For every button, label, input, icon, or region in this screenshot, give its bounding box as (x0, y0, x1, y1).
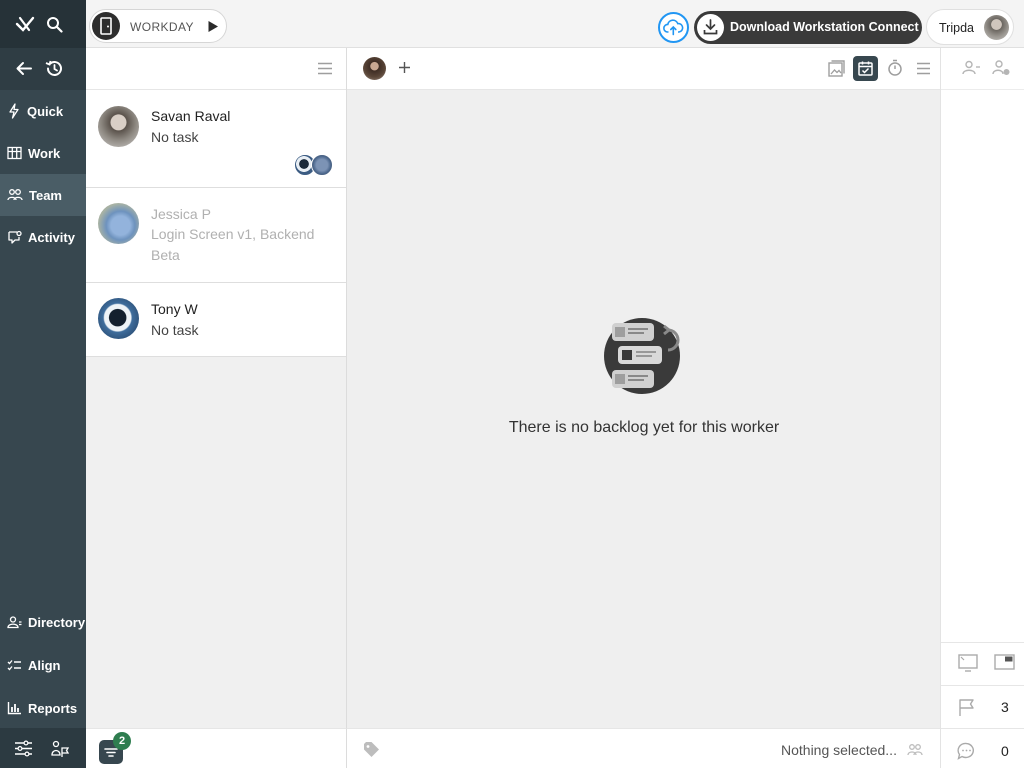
comment-icon[interactable] (957, 742, 976, 760)
door-icon (92, 12, 120, 40)
selection-status: Nothing selected... (781, 742, 897, 758)
directory-icon (7, 615, 22, 628)
flag-icon[interactable] (958, 698, 976, 717)
flag-count: 3 (1001, 699, 1009, 715)
nav-item-align[interactable]: Align (0, 644, 86, 686)
worker-name: Jessica P (151, 206, 211, 222)
avatar (98, 203, 139, 244)
download-label: Download Workstation Connect (730, 20, 919, 34)
user-name: Tripda (939, 21, 974, 35)
menu-icon[interactable] (317, 62, 333, 75)
nav-label: Directory (28, 614, 86, 630)
person-settings-icon[interactable] (992, 59, 1011, 77)
people-icon[interactable] (907, 743, 923, 756)
comment-count: 0 (1001, 743, 1009, 759)
nav-label: Team (29, 187, 62, 203)
person-flag-icon[interactable] (51, 740, 70, 758)
user-menu[interactable]: Tripda (926, 9, 1014, 45)
flags-row[interactable]: 3 (941, 685, 1024, 728)
screen-icon[interactable] (958, 654, 978, 672)
worker-card[interactable]: Tony W No task (86, 283, 346, 357)
nav-item-work[interactable]: Work (0, 132, 86, 174)
avatar (311, 154, 333, 176)
worker-card[interactable]: Savan Raval No task (86, 90, 346, 188)
workers-panel: Savan Raval No task Jessica P Login Scre… (86, 48, 347, 728)
lightning-icon (9, 103, 19, 119)
workers-header (86, 48, 346, 90)
avatar (98, 106, 139, 147)
search-icon[interactable] (46, 16, 63, 33)
top-bar: WORKDAY Download Workstation Connect Tri… (86, 0, 1024, 48)
nav-item-activity[interactable]: Activity (0, 216, 86, 258)
filter-count-badge: 2 (113, 732, 131, 750)
play-icon[interactable] (207, 20, 219, 33)
tag-icon[interactable] (363, 742, 380, 758)
activity-icon (8, 230, 22, 244)
workday-label: WORKDAY (130, 20, 194, 34)
gallery-icon[interactable] (828, 60, 845, 77)
avatar[interactable] (363, 57, 386, 80)
timer-icon[interactable] (887, 59, 903, 77)
worker-task: Login Screen v1, Backend Beta (151, 226, 315, 263)
board-icon (7, 146, 22, 160)
right-panel: 3 0 (940, 48, 1024, 768)
backlog-footer: Nothing selected... (347, 728, 940, 768)
add-icon[interactable] (398, 61, 411, 74)
nav-item-quick[interactable]: Quick (0, 90, 86, 132)
nav-item-directory[interactable]: Directory (0, 601, 86, 643)
bar-chart-icon (7, 702, 21, 715)
back-arrow-icon[interactable] (15, 60, 33, 77)
assign-person-icon[interactable] (962, 60, 981, 76)
worker-card[interactable]: Jessica P Login Screen v1, Backend Beta (86, 188, 346, 283)
right-panel-header (941, 48, 1024, 90)
nav-item-reports[interactable]: Reports (0, 687, 86, 729)
backlog-panel: There is no backlog yet for this worker (347, 48, 940, 728)
workday-control[interactable]: WORKDAY (89, 9, 227, 43)
download-icon (697, 14, 724, 41)
menu-icon[interactable] (916, 62, 931, 75)
empty-backlog-illustration (604, 318, 684, 398)
empty-backlog-message: There is no backlog yet for this worker (508, 419, 780, 436)
worker-task: No task (151, 322, 199, 338)
view-mode-row (941, 642, 1024, 685)
rail-history-bar (0, 48, 86, 90)
logo-icon[interactable] (15, 16, 35, 34)
worker-name: Tony W (151, 301, 198, 317)
left-rail: Quick Work Team Activity Directory Align… (0, 0, 86, 768)
nav-label: Reports (28, 700, 78, 716)
nav-label: Quick (27, 103, 64, 119)
cloud-upload-icon (663, 19, 684, 36)
nav-label: Work (28, 145, 61, 161)
checklist-icon (7, 659, 21, 670)
rail-bottom-bar (0, 728, 86, 768)
backlog-header (347, 48, 940, 90)
cloud-upload-button[interactable] (658, 12, 689, 43)
picture-in-picture-icon[interactable] (994, 654, 1015, 670)
comments-row[interactable]: 0 (941, 728, 1024, 768)
calendar-check-button[interactable] (853, 56, 878, 81)
nav-label: Align (28, 657, 61, 673)
workers-footer: 2 (86, 728, 347, 768)
history-icon[interactable] (44, 59, 64, 78)
team-icon (7, 189, 23, 201)
avatar (984, 15, 1009, 40)
worker-task: No task (151, 129, 199, 145)
download-workstation-connect-button[interactable]: Download Workstation Connect (694, 11, 922, 44)
settings-sliders-icon[interactable] (14, 740, 33, 757)
worker-name: Savan Raval (151, 108, 231, 124)
rail-top (0, 0, 86, 48)
nav-item-team[interactable]: Team (0, 174, 86, 216)
avatar (98, 298, 139, 339)
calendar-check-icon (858, 61, 873, 76)
nav-label: Activity (28, 229, 75, 245)
